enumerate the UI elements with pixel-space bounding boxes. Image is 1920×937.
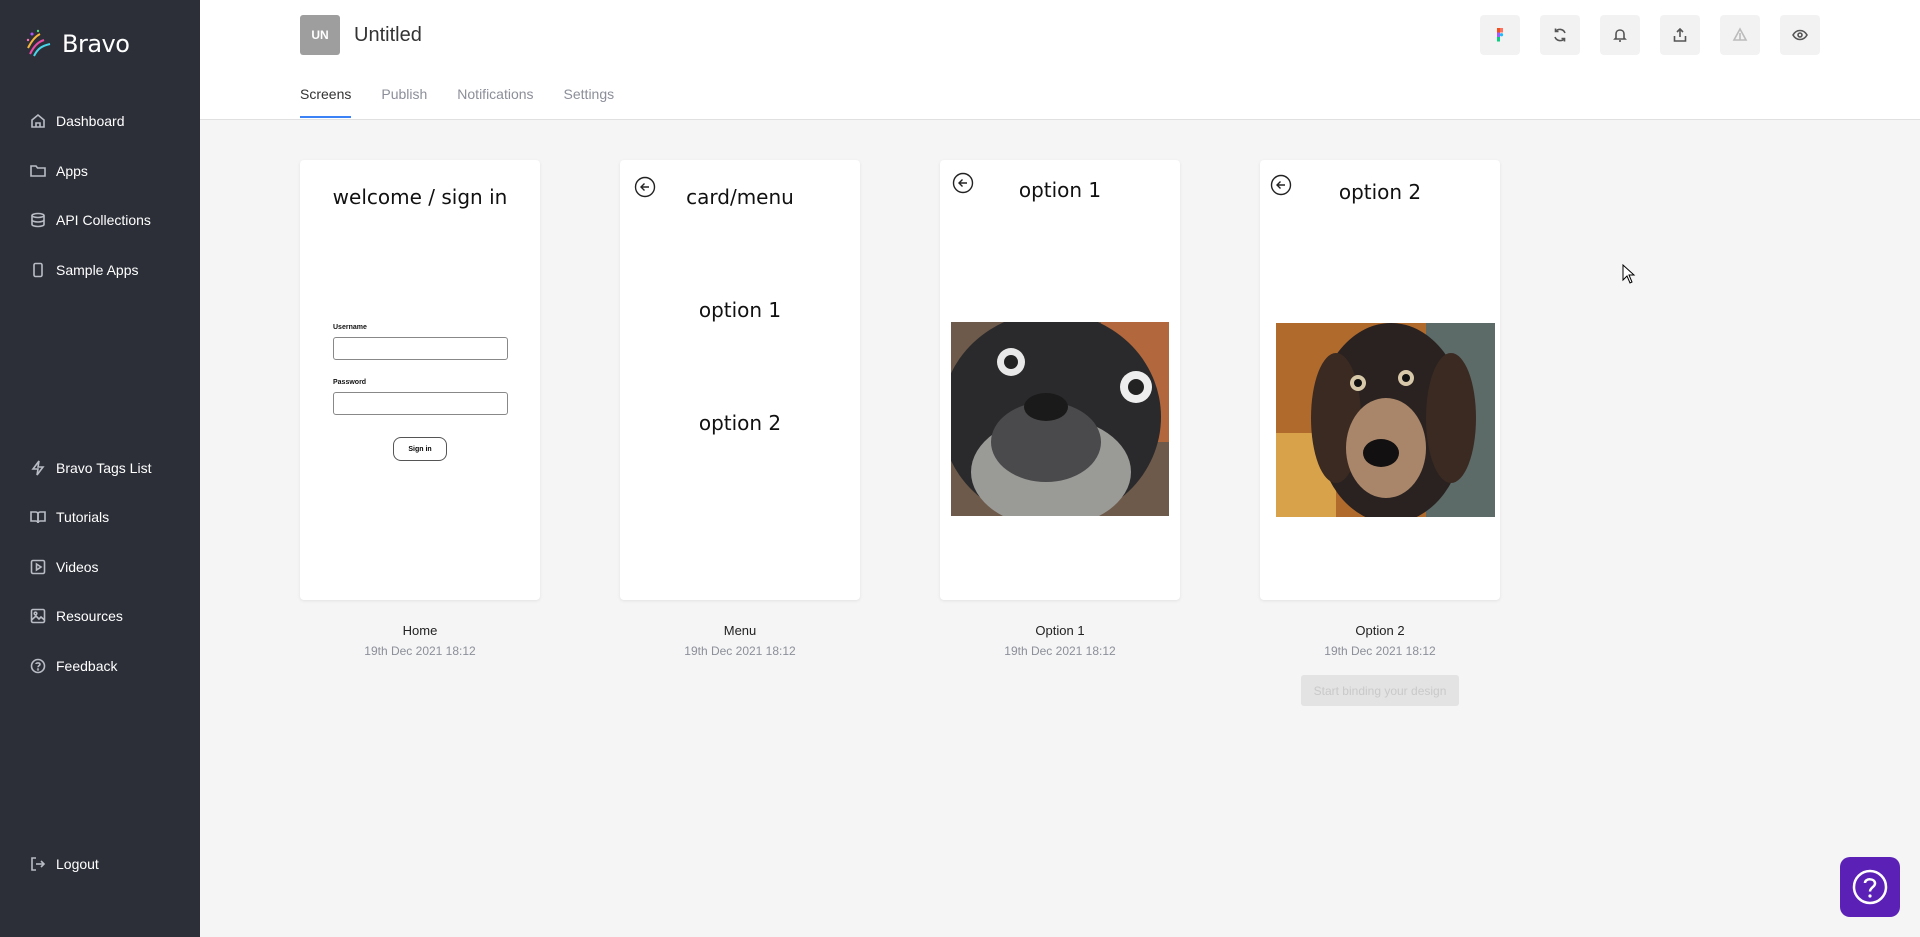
screen-date: 19th Dec 2021 18:12 [364,644,476,658]
preview-button[interactable] [1780,15,1820,55]
sidebar-item-label: Logout [56,856,99,872]
app-name: Bravo [62,30,130,58]
eye-icon [1792,29,1808,41]
tab-notifications[interactable]: Notifications [457,86,533,118]
figma-button[interactable] [1480,15,1520,55]
sidebar-item-bravo-tags-list[interactable]: Bravo Tags List [30,460,151,476]
username-label: Username [333,324,367,331]
sidebar-item-videos[interactable]: Videos [30,559,99,575]
sidebar-item-label: Sample Apps [56,262,139,278]
screen-title: option 2 [1338,180,1422,204]
bell-icon [1613,29,1627,42]
menu-option-2: option 2 [698,411,782,435]
sidebar-item-sample-apps[interactable]: Sample Apps [30,262,139,278]
book-icon [30,511,46,524]
sidebar-item-api-collections[interactable]: API Collections [30,212,151,228]
sign-in-button: Sign in [393,437,447,461]
notifications-button[interactable] [1600,15,1640,55]
help-button[interactable] [1840,857,1900,917]
tab-settings[interactable]: Settings [564,86,615,118]
dog-photo [1276,323,1495,517]
top-bar: UN Untitled Screens Publish Notification… [200,0,1920,120]
sidebar-item-label: Apps [56,163,88,179]
database-icon [31,212,45,228]
home-icon [31,113,45,128]
screen-title: option 1 [1018,178,1102,202]
sync-icon [1554,28,1566,42]
screen-name: Option 1 [1035,623,1085,638]
project-title[interactable]: Untitled [354,24,422,47]
tab-screens[interactable]: Screens [300,86,352,118]
screen-card-option-2[interactable]: option 2 [1260,160,1500,600]
project-avatar: UN [300,15,340,55]
sidebar-item-resources[interactable]: Resources [30,608,123,624]
app-logo[interactable]: Bravo [24,28,130,60]
screen-caption: Home 19th Dec 2021 18:12 [300,623,540,658]
sidebar-item-label: API Collections [56,212,151,228]
sidebar-item-label: Tutorials [56,509,110,525]
mouse-cursor-icon [1622,264,1636,284]
sidebar-item-label: Feedback [56,658,118,674]
sidebar-item-dashboard[interactable]: Dashboard [30,113,125,129]
sidebar-item-label: Videos [56,559,99,575]
share-icon [1673,27,1687,42]
phone-icon [33,262,43,278]
screen-date: 19th Dec 2021 18:12 [1004,644,1116,658]
sync-button[interactable] [1540,15,1580,55]
question-icon [1852,869,1888,905]
sidebar-item-label: Resources [56,608,123,624]
screen-name: Menu [723,623,757,638]
image-icon [30,608,46,624]
sidebar-item-tutorials[interactable]: Tutorials [30,509,109,525]
tab-bar: Screens Publish Notifications Settings [300,86,614,118]
sidebar: Bravo Dashboard Apps API Collections Sam… [0,0,200,937]
deploy-icon [1732,27,1748,41]
sidebar-item-apps[interactable]: Apps [30,163,88,179]
bravo-logo-icon [26,29,51,57]
screen-date: 19th Dec 2021 18:12 [1324,644,1436,658]
folder-icon [30,165,46,177]
screen-card-option-1[interactable]: option 1 [940,160,1180,600]
sidebar-item-label: Bravo Tags List [56,460,152,476]
screen-date: 19th Dec 2021 18:12 [684,644,796,658]
start-binding-tooltip: Start binding your design [1301,675,1459,706]
screen-caption: Option 1 19th Dec 2021 18:12 [940,623,1180,658]
figma-icon [1497,28,1504,42]
tab-publish[interactable]: Publish [381,86,427,118]
password-label: Password [333,379,367,386]
logout-icon [31,857,46,871]
sidebar-item-feedback[interactable]: Feedback [30,658,117,674]
screen-title: welcome / sign in [332,185,508,209]
share-button[interactable] [1660,15,1700,55]
screen-card-menu[interactable]: card/menu option 1 option 2 [620,160,860,600]
screen-name: Home [402,623,438,638]
screen-title: card/menu [686,185,794,209]
deploy-button[interactable] [1720,15,1760,55]
sidebar-item-logout[interactable]: Logout [30,856,99,872]
help-circle-icon [30,658,46,674]
screen-name: Option 2 [1355,623,1405,638]
password-field [333,392,508,415]
bolt-icon [31,460,45,476]
screen-card-home[interactable]: welcome / sign in Username Password Sign… [300,160,540,600]
play-icon [30,559,46,575]
screen-caption: Option 2 19th Dec 2021 18:12 [1260,623,1500,658]
screen-caption: Menu 19th Dec 2021 18:12 [620,623,860,658]
username-field [333,337,508,360]
sidebar-item-label: Dashboard [56,113,125,129]
menu-option-1: option 1 [698,298,782,322]
pug-photo [951,322,1169,516]
